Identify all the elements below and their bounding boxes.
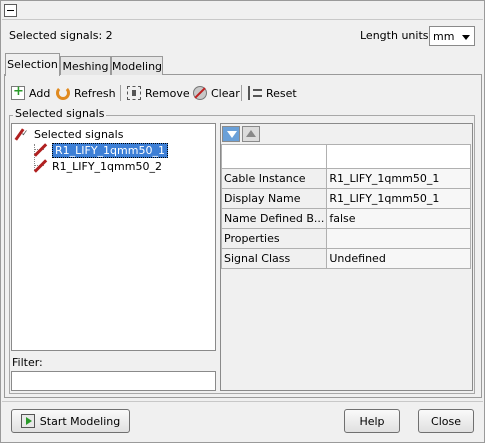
refresh-icon [56,86,70,100]
signal-selection-dialog: Selected signals: 2 Length units: mm Sel… [0,0,485,443]
property-key: Signal Class [220,248,328,269]
signals-tree[interactable]: Selected signals R1_LIFY_1qmm50_1 R1_LIF… [11,123,216,351]
reset-label: Reset [266,86,297,100]
property-value[interactable]: R1_LIFY_1qmm50_1 [326,168,471,189]
filter-input[interactable] [11,371,216,391]
length-units-label: Length units: [360,29,433,42]
chevron-down-icon [462,35,470,40]
table-header-row [220,144,471,169]
tree-item-signal-2[interactable]: R1_LIFY_1qmm50_2 [34,158,162,174]
header-divider [2,19,483,20]
property-key: Name Defined B... [220,208,328,229]
property-value[interactable]: Undefined [326,248,471,269]
tab-selection[interactable]: Selection [5,53,60,76]
add-icon [11,84,25,100]
table-row[interactable]: Display Name R1_LIFY_1qmm50_1 [220,188,471,209]
sort-descending-icon[interactable] [222,126,240,142]
selected-signals-count: Selected signals: 2 [9,29,113,42]
wire-icon [34,159,48,173]
tab-label: Selection [7,58,58,71]
reset-icon [248,86,262,100]
toolbar-separator [241,85,242,101]
add-button[interactable]: Add [11,83,50,103]
signals-folder-icon [16,127,30,141]
collapse-icon[interactable] [4,4,17,17]
start-modeling-button[interactable]: Start Modeling [11,409,130,433]
table-header-cell [220,144,328,169]
tree-item-label: R1_LIFY_1qmm50_2 [52,159,162,173]
refresh-label: Refresh [74,86,116,100]
clear-button[interactable]: Clear [193,83,240,103]
length-units-select[interactable]: mm [429,26,475,46]
sort-ascending-icon[interactable] [242,126,260,142]
property-value[interactable] [326,228,471,249]
length-units-value: mm [433,30,455,43]
help-button[interactable]: Help [344,409,400,433]
tree-item-label: R1_LIFY_1qmm50_1 [52,142,168,158]
tab-meshing[interactable]: Meshing [60,56,111,75]
wire-icon [34,143,48,157]
filter-label: Filter: [12,356,43,369]
start-modeling-label: Start Modeling [39,414,121,428]
table-header-cell [326,144,471,169]
property-key: Display Name [220,188,328,209]
tree-root-label: Selected signals [34,127,124,141]
add-label: Add [29,86,51,100]
remove-label: Remove [145,86,190,100]
table-row[interactable]: Cable Instance R1_LIFY_1qmm50_1 [220,168,471,189]
close-button[interactable]: Close [418,409,474,433]
table-row[interactable]: Signal Class Undefined [220,248,471,269]
property-key: Properties [220,228,328,249]
property-value[interactable]: false [326,208,471,229]
reset-button[interactable]: Reset [248,83,297,103]
clear-icon [193,86,207,100]
start-modeling-icon [20,414,35,428]
tree-item-signal-1[interactable]: R1_LIFY_1qmm50_1 [34,142,168,158]
property-value[interactable]: R1_LIFY_1qmm50_1 [326,188,471,209]
remove-icon [127,86,141,100]
footer-divider [2,401,483,402]
table-row[interactable]: Name Defined B... false [220,208,471,229]
table-row[interactable]: Properties [220,228,471,249]
refresh-button[interactable]: Refresh [56,83,116,103]
remove-button[interactable]: Remove [127,83,190,103]
tree-root[interactable]: Selected signals [16,126,123,142]
help-label: Help [359,414,385,428]
properties-table: Cable Instance R1_LIFY_1qmm50_1 Display … [220,144,471,269]
clear-label: Clear [211,86,240,100]
close-label: Close [431,414,461,428]
tab-label: Modeling [112,60,163,73]
group-title: Selected signals [13,107,107,120]
toolbar-separator [120,85,121,101]
tab-modeling[interactable]: Modeling [111,56,163,75]
tab-label: Meshing [62,60,109,73]
property-key: Cable Instance [220,168,328,189]
